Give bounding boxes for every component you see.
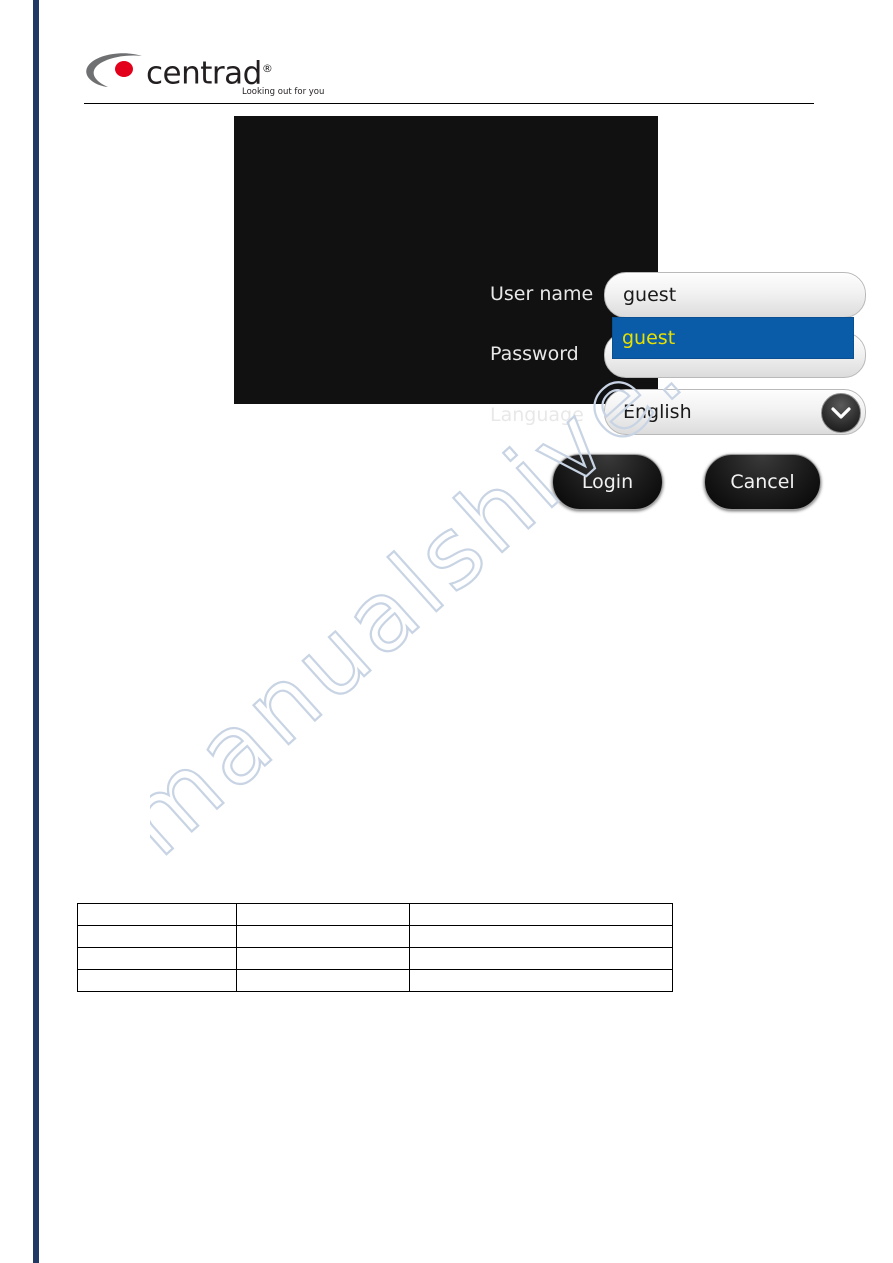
table-cell	[76, 947, 238, 970]
cancel-button-label: Cancel	[730, 471, 795, 493]
cancel-button[interactable]: Cancel	[704, 454, 821, 510]
table-cell	[236, 925, 410, 948]
table-cell	[236, 969, 410, 992]
login-dialog: User name Password Language guest guest …	[234, 116, 866, 510]
page-accent-bar	[33, 0, 39, 1263]
table-row	[76, 903, 674, 926]
logo-wordmark: centrad®	[146, 52, 273, 92]
table-cell	[76, 969, 238, 992]
header-divider	[84, 103, 814, 104]
language-select[interactable]: English	[604, 389, 866, 435]
table-cell	[408, 947, 674, 970]
table-row	[76, 969, 674, 992]
table-row	[76, 925, 674, 948]
table-cell	[408, 903, 674, 926]
username-value: guest	[623, 284, 677, 306]
username-autocomplete-value: guest	[622, 327, 676, 349]
logo-registered-mark: ®	[261, 62, 273, 75]
table-cell	[76, 925, 238, 948]
login-button-label: Login	[581, 471, 634, 493]
chevron-down-icon[interactable]	[821, 393, 861, 433]
logo-tagline: Looking out for you	[242, 87, 325, 97]
watermark-text: manualshive.com	[150, 380, 770, 877]
watermark: manualshive.com	[150, 380, 770, 940]
table-cell	[76, 903, 238, 926]
logo-name: centrad	[146, 55, 262, 92]
table-cell	[236, 903, 410, 926]
table-row	[76, 947, 674, 970]
table-cell	[408, 925, 674, 948]
login-button[interactable]: Login	[552, 454, 663, 510]
logo-swoosh-icon	[86, 53, 142, 87]
password-label: Password	[490, 343, 579, 365]
language-label: Language	[490, 404, 584, 426]
table-cell	[236, 947, 410, 970]
bottom-table	[76, 903, 674, 992]
table-cell	[408, 969, 674, 992]
username-autocomplete-option[interactable]: guest	[612, 317, 854, 359]
username-input[interactable]: guest	[604, 272, 866, 318]
brand-logo: centrad® Looking out for you	[84, 52, 384, 104]
language-value: English	[623, 401, 692, 423]
username-label: User name	[490, 283, 594, 305]
